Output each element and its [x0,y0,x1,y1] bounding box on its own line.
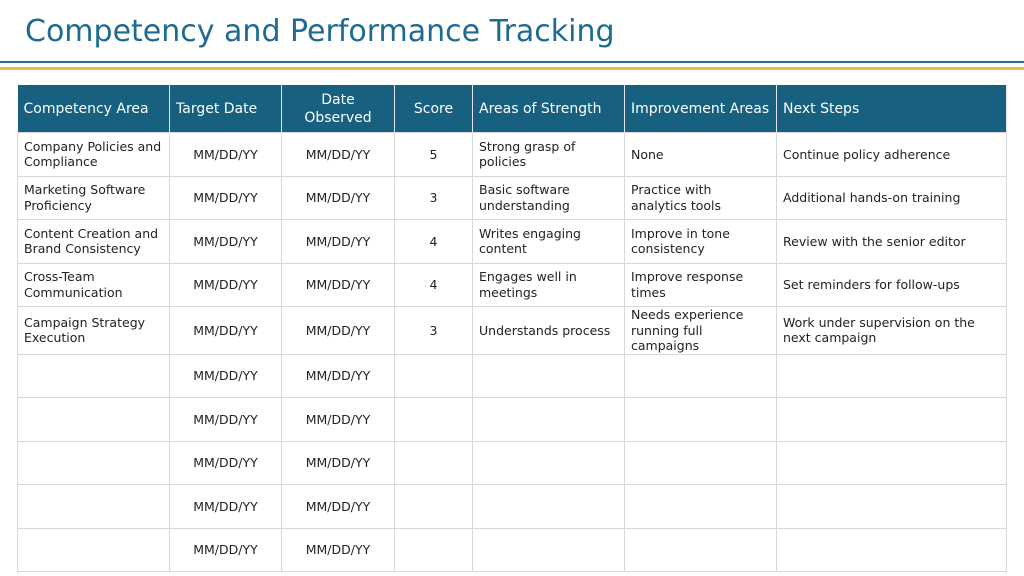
cell-improvement[interactable]: Improve response times [624,262,777,307]
cell-date-observed[interactable]: MM/DD/YY [281,397,395,442]
cell-competency[interactable]: Campaign Strategy Execution [17,306,170,355]
cell-target-date[interactable]: MM/DD/YY [169,175,282,220]
cell-target-date[interactable]: MM/DD/YY [169,353,282,398]
cell-target-date[interactable]: MM/DD/YY [169,527,282,572]
cell-score[interactable] [394,527,473,572]
cell-improvement[interactable] [624,484,777,529]
cell-competency[interactable] [17,440,170,485]
cell-strength[interactable]: Engages well in meetings [472,262,625,307]
cell-strength[interactable] [472,440,625,485]
table-row: MM/DD/YY MM/DD/YY [17,353,1007,398]
cell-date-observed[interactable]: MM/DD/YY [281,219,395,264]
cell-date-observed[interactable]: MM/DD/YY [281,132,395,177]
cell-strength[interactable] [472,527,625,572]
title-divider-blue [0,61,1024,63]
cell-strength[interactable] [472,484,625,529]
cell-improvement[interactable] [624,527,777,572]
cell-competency[interactable] [17,353,170,398]
table-row: Campaign Strategy Execution MM/DD/YY MM/… [17,306,1007,355]
cell-improvement[interactable] [624,440,777,485]
cell-score[interactable]: 4 [394,219,473,264]
table-row: Cross-Team Communication MM/DD/YY MM/DD/… [17,262,1007,307]
cell-strength[interactable]: Strong grasp of policies [472,132,625,177]
cell-competency[interactable]: Cross-Team Communication [17,262,170,307]
cell-improvement[interactable]: None [624,132,777,177]
cell-strength[interactable] [472,397,625,442]
cell-date-observed[interactable]: MM/DD/YY [281,484,395,529]
cell-strength[interactable]: Basic software understanding [472,175,625,220]
cell-date-observed[interactable]: MM/DD/YY [281,262,395,307]
cell-next-steps[interactable]: Work under supervision on the next campa… [776,306,1007,355]
cell-improvement[interactable] [624,397,777,442]
cell-improvement[interactable] [624,353,777,398]
cell-score[interactable] [394,353,473,398]
cell-date-observed[interactable]: MM/DD/YY [281,306,395,355]
table-row: Content Creation and Brand Consistency M… [17,219,1007,264]
header-improvement-areas: Improvement Areas [624,85,777,133]
table-row: MM/DD/YY MM/DD/YY [17,484,1007,529]
header-areas-of-strength: Areas of Strength [472,85,625,133]
cell-score[interactable]: 3 [394,175,473,220]
table-row: MM/DD/YY MM/DD/YY [17,527,1007,572]
cell-next-steps[interactable]: Continue policy adherence [776,132,1007,177]
cell-improvement[interactable]: Needs experience running full campaigns [624,306,777,355]
cell-target-date[interactable]: MM/DD/YY [169,262,282,307]
cell-strength[interactable]: Understands process [472,306,625,355]
cell-target-date[interactable]: MM/DD/YY [169,397,282,442]
cell-target-date[interactable]: MM/DD/YY [169,132,282,177]
table-row: Marketing Software Proficiency MM/DD/YY … [17,175,1007,220]
header-score: Score [394,85,473,133]
cell-date-observed[interactable]: MM/DD/YY [281,527,395,572]
cell-date-observed[interactable]: MM/DD/YY [281,175,395,220]
cell-strength[interactable]: Writes engaging content [472,219,625,264]
cell-score[interactable] [394,397,473,442]
header-date-observed: Date Observed [281,85,395,133]
table-header-row: Competency Area Target Date Date Observe… [17,85,1007,133]
cell-score[interactable] [394,440,473,485]
table-row: MM/DD/YY MM/DD/YY [17,440,1007,485]
page-title: Competency and Performance Tracking [25,14,615,49]
cell-improvement[interactable]: Improve in tone consistency [624,219,777,264]
cell-score[interactable]: 3 [394,306,473,355]
cell-competency[interactable]: Marketing Software Proficiency [17,175,170,220]
cell-next-steps[interactable]: Set reminders for follow-ups [776,262,1007,307]
cell-strength[interactable] [472,353,625,398]
cell-competency[interactable]: Company Policies and Compliance [17,132,170,177]
header-competency-area: Competency Area [17,85,170,133]
cell-score[interactable]: 5 [394,132,473,177]
cell-next-steps[interactable] [776,397,1007,442]
cell-competency[interactable] [17,397,170,442]
cell-target-date[interactable]: MM/DD/YY [169,306,282,355]
cell-next-steps[interactable]: Additional hands-on training [776,175,1007,220]
cell-next-steps[interactable] [776,440,1007,485]
cell-next-steps[interactable] [776,484,1007,529]
cell-next-steps[interactable] [776,527,1007,572]
cell-improvement[interactable]: Practice with analytics tools [624,175,777,220]
header-target-date: Target Date [169,85,282,133]
cell-score[interactable] [394,484,473,529]
cell-target-date[interactable]: MM/DD/YY [169,440,282,485]
cell-competency[interactable] [17,484,170,529]
table-row: MM/DD/YY MM/DD/YY [17,397,1007,442]
header-next-steps: Next Steps [776,85,1007,133]
cell-next-steps[interactable] [776,353,1007,398]
table-row: Company Policies and Compliance MM/DD/YY… [17,132,1007,177]
cell-target-date[interactable]: MM/DD/YY [169,219,282,264]
cell-competency[interactable]: Content Creation and Brand Consistency [17,219,170,264]
cell-target-date[interactable]: MM/DD/YY [169,484,282,529]
cell-date-observed[interactable]: MM/DD/YY [281,440,395,485]
cell-competency[interactable] [17,527,170,572]
cell-next-steps[interactable]: Review with the senior editor [776,219,1007,264]
cell-score[interactable]: 4 [394,262,473,307]
title-divider-gold [0,67,1024,70]
tracking-table: Competency Area Target Date Date Observe… [17,85,1007,572]
cell-date-observed[interactable]: MM/DD/YY [281,353,395,398]
